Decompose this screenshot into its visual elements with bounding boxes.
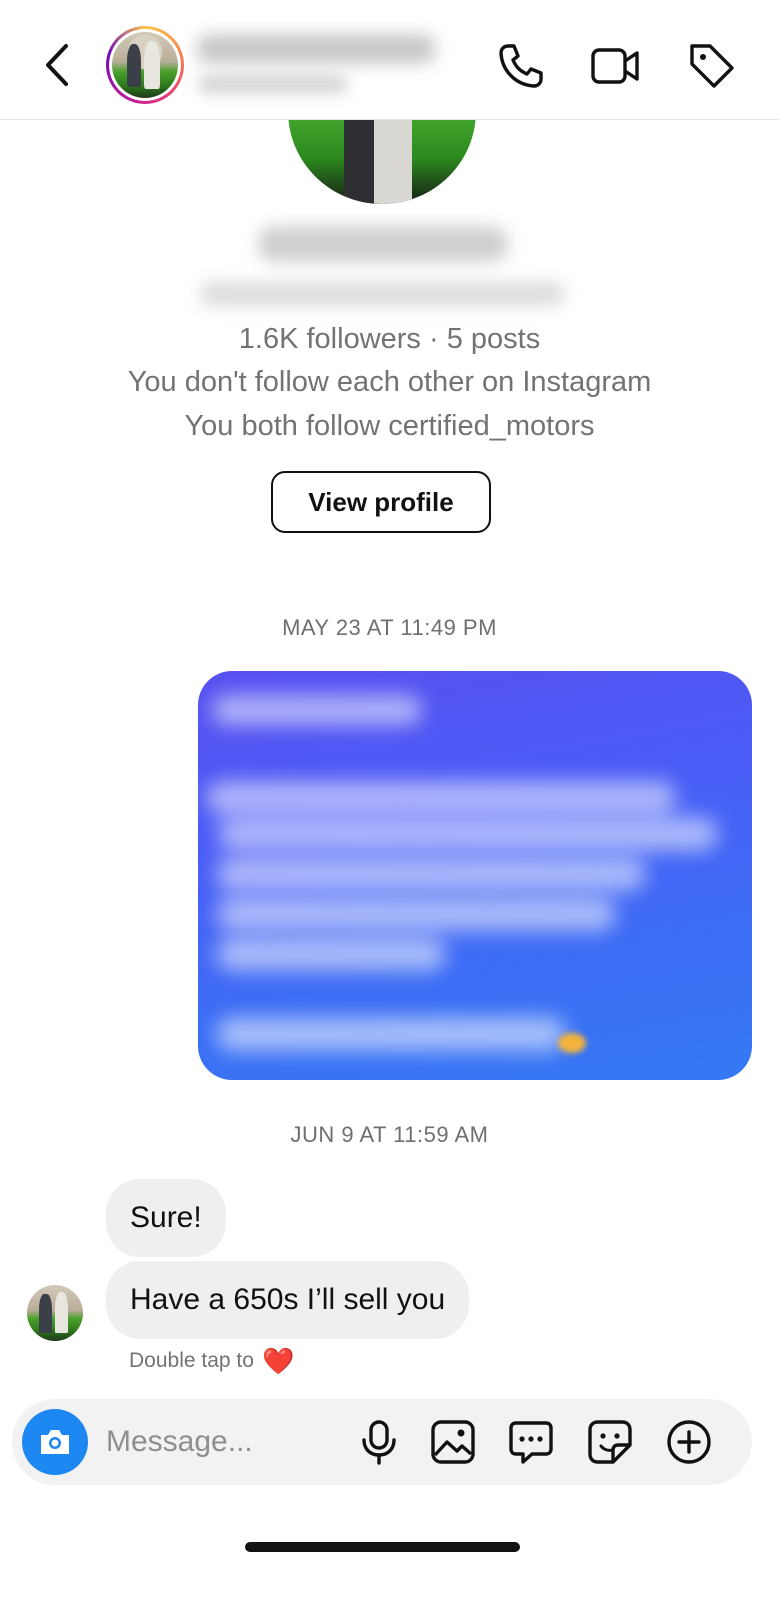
sender-avatar[interactable] [27, 1285, 83, 1341]
message-input[interactable] [106, 1417, 336, 1467]
profile-handle-redacted [200, 282, 565, 306]
header-avatar[interactable] [106, 26, 184, 104]
reaction-hint: Double tap to ❤️ [129, 1348, 294, 1374]
heart-icon: ❤️ [261, 1346, 295, 1376]
microphone-icon[interactable] [354, 1417, 404, 1467]
chat-header [0, 0, 779, 120]
message-composer [12, 1399, 752, 1485]
video-camera-icon[interactable] [589, 40, 641, 92]
mutual-follow: You both follow certified_motors [184, 410, 595, 442]
sticker-icon[interactable] [585, 1417, 635, 1467]
incoming-message[interactable]: Have a 650s I’ll sell you [106, 1261, 470, 1339]
message-text: Sure! [130, 1201, 202, 1234]
profile-name-redacted [258, 226, 508, 262]
username-redacted[interactable] [196, 34, 436, 64]
camera-icon [41, 1430, 69, 1454]
chevron-left-icon[interactable] [38, 40, 78, 90]
reaction-hint-text: Double tap to [129, 1349, 254, 1372]
timestamp: JUN 9 AT 11:59 AM [290, 1122, 489, 1147]
timestamp: MAY 23 AT 11:49 PM [282, 615, 497, 640]
profile-stats: 1.6K followers · 5 posts [238, 323, 541, 355]
tag-icon[interactable] [686, 40, 738, 92]
chat-bubble-icon[interactable] [506, 1417, 556, 1467]
plus-icon[interactable] [664, 1417, 714, 1467]
message-text: Have a 650s I’ll sell you [130, 1283, 446, 1316]
incoming-message[interactable]: Sure! [106, 1179, 226, 1257]
outgoing-message-redacted[interactable] [198, 671, 752, 1080]
subtitle-redacted [198, 74, 348, 94]
view-profile-button[interactable]: View profile [271, 471, 491, 533]
home-indicator[interactable] [245, 1542, 520, 1552]
phone-icon[interactable] [494, 40, 546, 92]
follow-status: You don't follow each other on Instagram [127, 366, 652, 398]
gallery-icon[interactable] [428, 1417, 478, 1467]
camera-button[interactable] [22, 1409, 88, 1475]
